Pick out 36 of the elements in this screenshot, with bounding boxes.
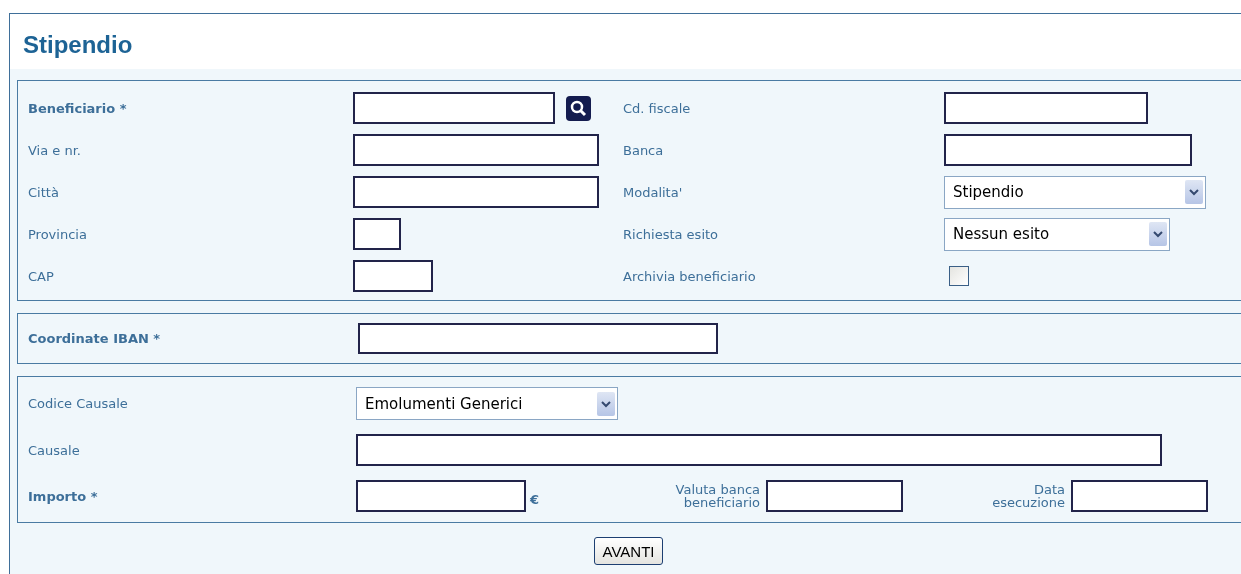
checkbox[interactable] bbox=[949, 266, 969, 286]
dropdown[interactable]: Emolumenti Generici bbox=[356, 387, 618, 420]
field-label: Coordinate IBAN * bbox=[28, 331, 161, 346]
text-field[interactable] bbox=[353, 218, 401, 250]
search-icon[interactable] bbox=[566, 95, 591, 121]
field-label: Provincia bbox=[28, 226, 87, 242]
field-label: Data esecuzione bbox=[991, 483, 1065, 509]
dropdown[interactable]: Stipendio bbox=[944, 175, 1206, 209]
field-label: Cd. fiscale bbox=[623, 100, 691, 116]
field-label: Città bbox=[28, 184, 59, 200]
text-field[interactable] bbox=[356, 480, 526, 512]
text-field[interactable] bbox=[944, 134, 1192, 166]
currency-symbol: € bbox=[530, 491, 541, 507]
text-field[interactable] bbox=[353, 176, 599, 208]
text-field[interactable] bbox=[944, 92, 1148, 124]
field-label: Causale bbox=[28, 442, 80, 458]
text-field[interactable] bbox=[1071, 480, 1208, 512]
field-label: Richiesta esito bbox=[623, 226, 719, 242]
text-field[interactable] bbox=[358, 323, 718, 354]
field-label: Modalita' bbox=[623, 184, 683, 200]
field-label: Via e nr. bbox=[28, 142, 81, 158]
field-label: Beneficiario * bbox=[28, 100, 127, 116]
text-field[interactable] bbox=[353, 92, 555, 124]
field-label: Banca bbox=[623, 142, 664, 158]
text-field[interactable] bbox=[766, 480, 903, 512]
dropdown[interactable]: Nessun esito bbox=[944, 217, 1170, 251]
field-label: CAP bbox=[28, 268, 54, 284]
next-button[interactable]: AVANTI bbox=[593, 537, 664, 565]
text-field[interactable] bbox=[353, 260, 433, 292]
text-field[interactable] bbox=[353, 134, 599, 166]
field-label: Valuta banca beneficiario bbox=[674, 483, 760, 509]
page-title: Stipendio bbox=[10, 14, 1241, 69]
field-label: Archivia beneficiario bbox=[623, 268, 756, 284]
text-field[interactable] bbox=[356, 434, 1162, 466]
field-label: Codice Causale bbox=[28, 396, 128, 411]
field-label: Importo * bbox=[28, 488, 98, 504]
